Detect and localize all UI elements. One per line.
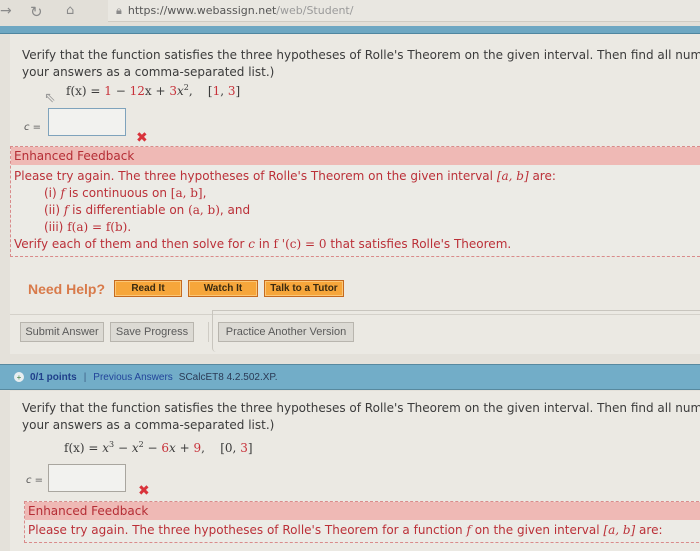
address-bar[interactable]: 🔒︎ https://www.webassign.net/web/Student… — [108, 0, 700, 22]
question-2-prompt-line2: your answers as a comma-separated list.) — [22, 418, 275, 432]
question-2-header: + 0/1 points | Previous Answers SCalcET8… — [0, 364, 700, 390]
question-1-prompt-line1: Verify that the function satisfies the t… — [22, 48, 700, 62]
points-badge: 0/1 points — [30, 371, 77, 383]
browser-toolbar: → ↻ ⌂ 🔒︎ https://www.webassign.net/web/S… — [0, 0, 700, 26]
feedback-title-2: Enhanced Feedback — [25, 502, 700, 520]
question-1-prompt-line2: your answers as a comma-separated list.) — [22, 65, 275, 79]
feedback-hypothesis-3: (iii) f(a) = f(b). — [44, 220, 132, 234]
mouse-cursor-icon: ⇖ — [44, 90, 56, 106]
watch-it-button[interactable]: Watch It — [188, 280, 258, 297]
question-2-prompt-line1: Verify that the function satisfies the t… — [22, 401, 700, 415]
practice-another-version-button[interactable]: Practice Another Version — [218, 322, 354, 342]
incorrect-x-icon-2: ✖ — [138, 483, 150, 499]
feedback-hypothesis-1: (i) f is continuous on [a, b], — [44, 186, 207, 200]
page-top-bar — [0, 26, 700, 34]
feedback-intro-2: Please try again. The three hypotheses o… — [28, 523, 663, 537]
answer-label-2: c = — [26, 475, 44, 486]
feedback-closing: Verify each of them and then solve for c… — [14, 237, 512, 251]
refresh-icon[interactable]: ↻ — [30, 3, 43, 21]
feedback-title: Enhanced Feedback — [11, 147, 700, 165]
answer-input-c-2[interactable] — [48, 464, 126, 492]
enhanced-feedback: Enhanced Feedback Please try again. The … — [10, 146, 700, 257]
submit-answer-button[interactable]: Submit Answer — [20, 322, 104, 342]
read-it-button[interactable]: Read It — [114, 280, 182, 297]
previous-answers-link[interactable]: Previous Answers — [93, 372, 172, 383]
incorrect-x-icon: ✖ — [136, 130, 148, 146]
home-icon[interactable]: ⌂ — [66, 3, 74, 18]
need-help-label: Need Help? — [28, 281, 106, 297]
question-code: SCalcET8 4.2.502.XP. — [178, 371, 278, 383]
talk-to-tutor-button[interactable]: Talk to a Tutor — [264, 280, 344, 297]
expand-plus-icon[interactable]: + — [14, 372, 24, 382]
button-divider — [208, 322, 209, 342]
save-progress-button[interactable]: Save Progress — [110, 322, 194, 342]
answer-label: c = — [24, 122, 42, 133]
feedback-intro: Please try again. The three hypotheses o… — [14, 169, 556, 183]
lock-icon: 🔒︎ — [116, 3, 122, 17]
question-2-function: f(x) = x3 − x2 − 6x + 9, [0, 3] — [64, 440, 253, 455]
feedback-body-2: Please try again. The three hypotheses o… — [25, 520, 700, 542]
question-2-panel: Verify that the function satisfies the t… — [10, 391, 700, 551]
question-1-panel: Verify that the function satisfies the t… — [10, 34, 700, 354]
feedback-body: Please try again. The three hypotheses o… — [11, 165, 700, 256]
separator: | — [83, 371, 87, 383]
enhanced-feedback-2: Enhanced Feedback Please try again. The … — [24, 501, 700, 543]
url-text: https://www.webassign.net/web/Student/ — [127, 4, 354, 17]
question-1-function: f(x) = 1 − 12x + 3x2, [1, 3] — [66, 83, 241, 98]
feedback-hypothesis-2: (ii) f is differentiable on (a, b), and — [44, 203, 251, 217]
forward-arrow-icon[interactable]: → — [0, 3, 12, 19]
answer-input-c[interactable] — [48, 108, 126, 136]
